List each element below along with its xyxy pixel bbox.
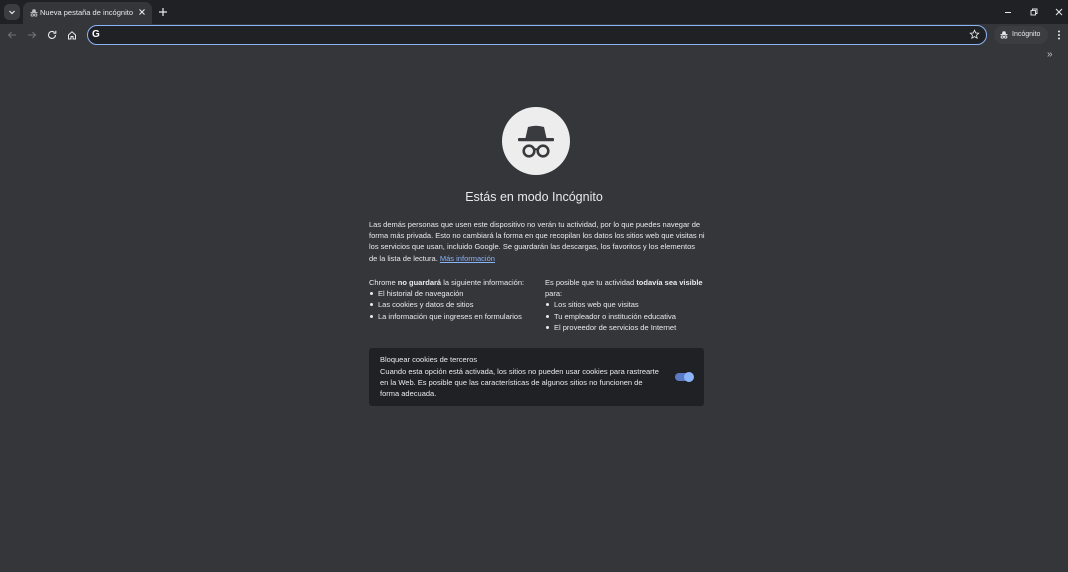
heading-prefix: Es posible que tu actividad (545, 278, 637, 287)
intro-paragraph: Las demás personas que usen este disposi… (369, 219, 705, 264)
back-icon[interactable] (6, 29, 18, 41)
intro-text: Las demás personas que usen este disposi… (369, 220, 705, 263)
heading-suffix: para: (545, 289, 563, 299)
heading-prefix: Chrome (369, 278, 398, 287)
visible-to-heading: Es posible que tu actividad todavía sea … (545, 277, 707, 299)
list-item: Tu empleador o institución educativa (545, 311, 707, 322)
not-saved-heading: Chrome no guardará la siguiente informac… (369, 277, 539, 288)
cookie-card-title: Bloquear cookies de terceros (380, 355, 478, 364)
incognito-label: Incógnito (1012, 31, 1041, 38)
visible-to-column: Es posible que tu actividad todavía sea … (545, 277, 707, 333)
heading-suffix: la siguiente información: (441, 278, 525, 287)
incognito-icon (30, 9, 38, 17)
list-item: Los sitios web que visitas (545, 299, 707, 310)
incognito-hero-icon (502, 107, 570, 175)
not-saved-list: El historial de navegación Las cookies y… (369, 288, 539, 322)
tab-title: Nueva pestaña de incógnito (40, 8, 133, 17)
reload-icon[interactable] (46, 29, 58, 41)
minimize-icon[interactable] (1002, 6, 1014, 18)
third-party-cookies-card: Bloquear cookies de terceros Cuando esta… (369, 348, 704, 406)
incognito-profile-button[interactable]: Incógnito (994, 26, 1048, 44)
list-item: La información que ingreses en formulari… (369, 311, 539, 322)
forward-icon[interactable] (26, 29, 38, 41)
visible-to-list: Los sitios web que visitas Tu empleador … (545, 299, 707, 333)
address-bar[interactable]: G (87, 25, 987, 45)
list-item: El proveedor de servicios de Internet (545, 322, 707, 333)
page-title: Estás en modo Incógnito (465, 190, 603, 204)
block-cookies-toggle[interactable] (675, 372, 694, 382)
google-icon: G (92, 29, 100, 40)
heading-bold: todavía sea visible (636, 278, 703, 287)
toggle-knob (684, 372, 694, 382)
heading-bold: no guardará (397, 278, 442, 287)
toolbar: G Incógnito (0, 24, 1068, 46)
learn-more-link[interactable]: Más información (440, 254, 495, 263)
restore-icon[interactable] (1028, 6, 1040, 18)
cookie-card-description: Cuando esta opción está activada, los si… (380, 367, 659, 399)
tab-incognito[interactable]: Nueva pestaña de incógnito (23, 2, 152, 24)
tab-strip: Nueva pestaña de incógnito (0, 0, 1068, 24)
tab-search-button[interactable] (4, 4, 20, 20)
list-item: El historial de navegación (369, 288, 539, 299)
more-menu-icon[interactable] (1054, 29, 1064, 41)
bookmark-star-icon[interactable] (969, 29, 980, 40)
list-item: Las cookies y datos de sitios (369, 299, 539, 310)
home-icon[interactable] (66, 29, 78, 41)
close-icon[interactable] (137, 7, 147, 17)
chevron-down-icon (9, 10, 15, 15)
not-saved-column: Chrome no guardará la siguiente informac… (369, 277, 539, 322)
close-window-icon[interactable] (1053, 6, 1065, 18)
bookmarks-overflow-icon[interactable]: » (1047, 50, 1059, 60)
new-tab-icon[interactable] (157, 6, 169, 18)
incognito-icon (1000, 31, 1008, 39)
